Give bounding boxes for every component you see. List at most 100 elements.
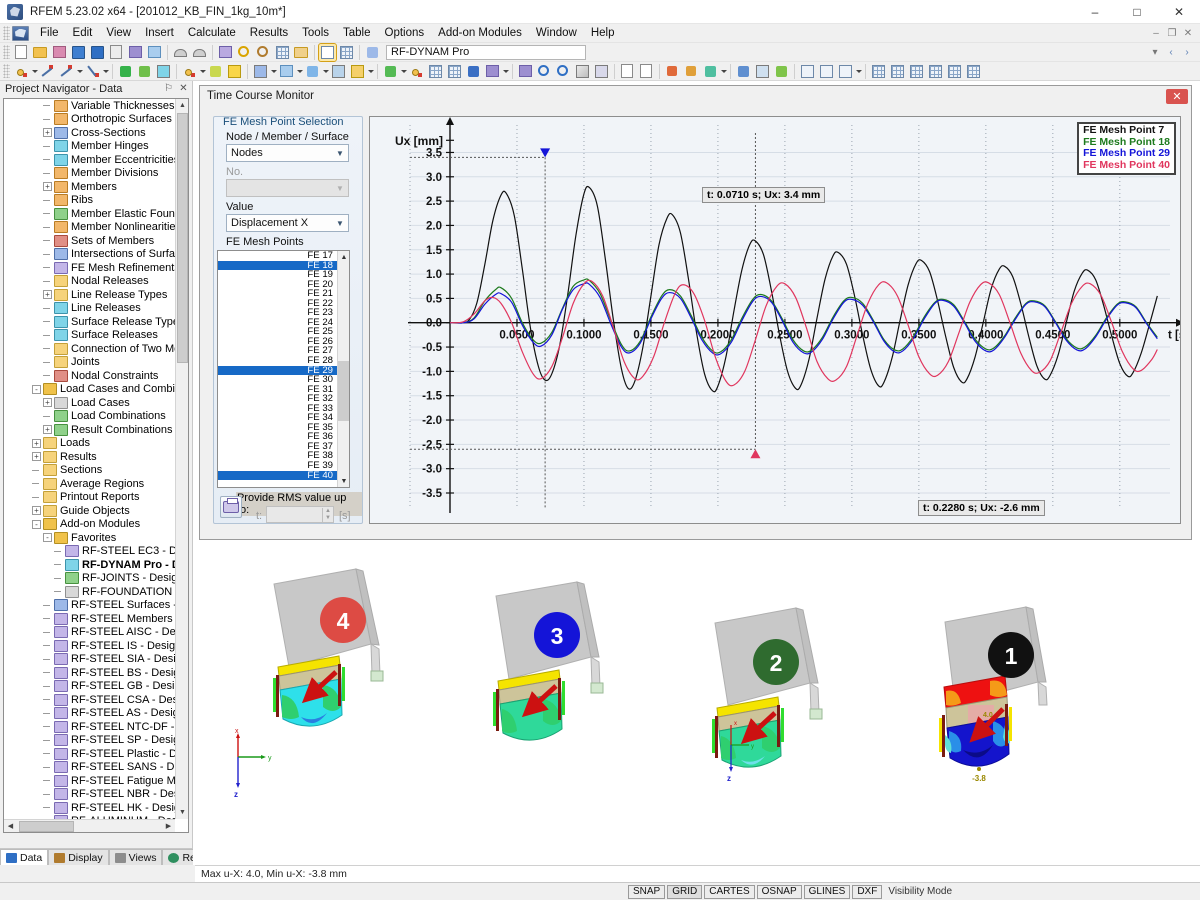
nav-tree-item[interactable]: + Members — [4, 180, 175, 194]
insert-free-load-icon[interactable] — [349, 63, 366, 80]
undo-icon[interactable] — [172, 44, 189, 61]
nav-tree-item[interactable]: + Line Release Types — [4, 288, 175, 302]
module-next-icon[interactable]: › — [1180, 45, 1194, 60]
maximize-button[interactable]: □ — [1116, 0, 1158, 24]
nav-tree-item[interactable]: + Guide Objects — [4, 504, 175, 518]
menu-table[interactable]: Table — [336, 26, 378, 40]
toolbar-grip-handle-2[interactable] — [3, 64, 10, 78]
fe-list-scroll-down-icon[interactable]: ▼ — [338, 475, 349, 487]
insert-solid-icon[interactable] — [252, 63, 269, 80]
scroll-left-icon[interactable]: ◀ — [4, 820, 17, 833]
nav-tree-item[interactable]: + Results — [4, 450, 175, 464]
mesh-refine-icon[interactable] — [446, 63, 463, 80]
fe-mesh-point-row[interactable]: FE 40 — [218, 470, 337, 481]
module-combo[interactable]: RF-DYNAM Pro — [386, 44, 586, 60]
fe-list-scroll-thumb[interactable] — [338, 361, 349, 421]
module-prev-icon[interactable]: ‹ — [1164, 45, 1178, 60]
fe-list-scrollbar[interactable]: ▲ ▼ — [337, 251, 349, 487]
table-view5-icon[interactable] — [946, 63, 963, 80]
status-snap[interactable]: SNAP — [628, 884, 666, 899]
save-as-icon[interactable] — [70, 44, 87, 61]
chevron-down-icon-1[interactable]: ▼ — [332, 145, 348, 161]
table-view3-icon[interactable] — [908, 63, 925, 80]
show-hide-panel-icon[interactable] — [318, 42, 337, 62]
scroll-up-icon[interactable]: ▲ — [176, 99, 188, 112]
nav-tree-item[interactable]: Member Hinges — [4, 140, 175, 154]
view-side-icon[interactable] — [837, 63, 854, 80]
animation-icon[interactable] — [773, 63, 790, 80]
status-cartes[interactable]: CARTES — [704, 884, 755, 899]
result-views-area[interactable]: 4 x y z 3 x y z 2 4.0 -3.8 1 — [193, 545, 1200, 865]
nav-tree-item[interactable]: Member Nonlinearities — [4, 221, 175, 235]
insert-solid-dropdown-icon[interactable] — [270, 63, 277, 80]
nav-tree-item[interactable]: + Result Combinations — [4, 423, 175, 437]
nav-tree-item[interactable]: Surface Release Types — [4, 315, 175, 329]
navigator-tab-data[interactable]: Data — [0, 849, 49, 865]
nav-tree-item[interactable]: Surface Releases — [4, 329, 175, 343]
filter-icon[interactable] — [638, 63, 655, 80]
clipboard-icon[interactable] — [108, 44, 125, 61]
results-icon[interactable] — [484, 63, 501, 80]
tree-expander-icon[interactable]: + — [43, 425, 52, 435]
nav-tree-item[interactable]: RF-STEEL EC3 - Design of — [4, 545, 175, 559]
deform2-icon[interactable] — [683, 63, 700, 80]
navigator-vertical-scrollbar[interactable]: ▲ ▼ — [175, 99, 188, 819]
status-grid[interactable]: GRID — [667, 884, 703, 899]
insert-member-icon[interactable] — [181, 63, 198, 80]
section-icon[interactable] — [735, 63, 752, 80]
menu-edit[interactable]: Edit — [66, 26, 100, 40]
status-dxf[interactable]: DXF — [852, 884, 883, 899]
insert-line-icon[interactable] — [39, 63, 56, 80]
nav-tree-item[interactable]: RF-STEEL BS - Design of stee — [4, 666, 175, 680]
print-preview-icon[interactable] — [146, 44, 163, 61]
restore-view-icon[interactable] — [293, 44, 310, 61]
tree-expander-icon[interactable]: + — [43, 398, 52, 408]
insert-nodal-support-icon[interactable] — [136, 63, 153, 80]
nav-tree-item[interactable]: RF-STEEL NBR - Design of st — [4, 788, 175, 802]
nav-tree-item[interactable]: RF-STEEL GB - Design of stee — [4, 680, 175, 694]
project-navigator-tree[interactable]: Variable Thicknesses Orthotropic Surfaces… — [3, 98, 189, 833]
nav-tree-item[interactable]: Connection of Two Member — [4, 342, 175, 356]
addon-module-icon[interactable] — [364, 44, 381, 61]
nav-tree-item[interactable]: Load Combinations — [4, 410, 175, 424]
status-glines[interactable]: GLINES — [803, 884, 851, 899]
dialog-close-button[interactable]: ✕ — [1166, 89, 1188, 104]
isolines-dropdown-icon[interactable] — [720, 63, 727, 80]
nav-tree-item[interactable]: Member Divisions — [4, 167, 175, 181]
mesh-icon[interactable] — [427, 63, 444, 80]
view-top-icon[interactable] — [818, 63, 835, 80]
print-graph-button[interactable] — [220, 496, 242, 518]
nav-tree-item[interactable]: RF-STEEL HK - Design of stee — [4, 801, 175, 815]
nav-tree-item[interactable]: RF-STEEL SP - Design of stee — [4, 734, 175, 748]
tree-expander-icon[interactable]: + — [32, 506, 41, 516]
menu-addon-modules[interactable]: Add-on Modules — [431, 26, 529, 40]
tree-expander-icon[interactable]: + — [43, 128, 52, 138]
nav-tree-item[interactable]: RF-STEEL Fatigue Members - — [4, 774, 175, 788]
tree-expander-icon[interactable]: - — [43, 533, 52, 543]
open-recent-icon[interactable] — [51, 44, 68, 61]
new-file-icon[interactable] — [13, 44, 30, 61]
menu-results[interactable]: Results — [243, 26, 295, 40]
table-view2-icon[interactable] — [889, 63, 906, 80]
fe-mesh-points-listbox[interactable]: FE 17 FE 18 FE 19 FE 20 FE 21 FE 22 FE 23 FE 24… — [217, 250, 350, 488]
nav-tree-item[interactable]: RF-STEEL SANS - Design of s — [4, 761, 175, 775]
deform-icon[interactable] — [664, 63, 681, 80]
nav-tree-item[interactable]: + Loads — [4, 437, 175, 451]
tree-expander-icon[interactable]: + — [43, 182, 52, 192]
menu-tools[interactable]: Tools — [295, 26, 336, 40]
insert-node-icon[interactable] — [13, 63, 30, 80]
nav-tree-item[interactable]: RF-STEEL Members - Genera — [4, 612, 175, 626]
close-button[interactable]: ✕ — [1158, 0, 1200, 24]
nav-tree-item[interactable]: RF-STEEL AS - Design of stee — [4, 707, 175, 721]
save-icon[interactable] — [89, 44, 106, 61]
insert-member-hinge-icon[interactable] — [207, 63, 224, 80]
minimize-button[interactable]: – — [1074, 0, 1116, 24]
table-view6-icon[interactable] — [965, 63, 982, 80]
fe-list-scroll-up-icon[interactable]: ▲ — [338, 251, 349, 263]
isolines-icon[interactable] — [702, 63, 719, 80]
insert-support-icon[interactable] — [117, 63, 134, 80]
nav-tree-item[interactable]: Intersections of Surfaces — [4, 248, 175, 262]
zoom-in-icon[interactable] — [536, 63, 553, 80]
status-osnap[interactable]: OSNAP — [756, 884, 802, 899]
rotate-view-icon[interactable] — [593, 63, 610, 80]
